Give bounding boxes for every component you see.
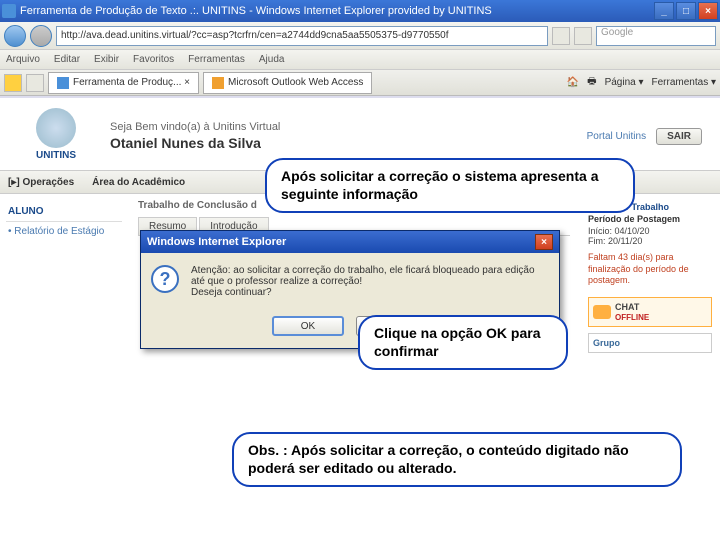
dialog-confirm: Deseja continuar? <box>191 287 549 298</box>
tab-2-label: Microsoft Outlook Web Access <box>228 77 363 88</box>
nav-area[interactable]: Área do Acadêmico <box>92 177 185 188</box>
ok-button[interactable]: OK <box>272 316 344 336</box>
welcome-text: Seja Bem vindo(a) à Unitins Virtual <box>110 121 280 133</box>
tab-1[interactable]: Ferramenta de Produç... × <box>48 72 199 94</box>
menu-ajuda[interactable]: Ajuda <box>259 54 285 65</box>
stop-button[interactable] <box>574 27 592 45</box>
favicon-icon <box>212 77 224 89</box>
browser-toolbar: http://ava.dead.unitins.virtual/?cc=asp?… <box>0 22 720 50</box>
right-column: Dados do Trabalho Período de Postagem In… <box>580 194 720 361</box>
callout-2: Clique na opção OK para confirmar <box>358 315 568 370</box>
unitins-logo: UNITINS <box>18 108 94 164</box>
menu-favoritos[interactable]: Favoritos <box>133 54 174 65</box>
dialog-titlebar: Windows Internet Explorer × <box>141 231 559 253</box>
dialog-title-text: Windows Internet Explorer <box>147 236 286 248</box>
dialog-message: Atenção: ao solicitar a correção do trab… <box>191 265 549 287</box>
periodo-heading: Período de Postagem <box>588 214 712 224</box>
sidebar-aluno[interactable]: ALUNO <box>6 202 122 222</box>
menu-bar: Arquivo Editar Exibir Favoritos Ferramen… <box>0 50 720 70</box>
menu-arquivo[interactable]: Arquivo <box>6 54 40 65</box>
menu-editar[interactable]: Editar <box>54 54 80 65</box>
question-icon: ? <box>151 265 179 293</box>
ie-icon <box>2 4 16 18</box>
window-title: Ferramenta de Produção de Texto .:. UNIT… <box>20 5 492 17</box>
home-icon[interactable]: 🏠 <box>567 77 579 88</box>
tab-1-label: Ferramenta de Produç... × <box>73 77 190 88</box>
forward-button[interactable] <box>30 25 52 47</box>
ferramentas-menu[interactable]: Ferramentas ▾ <box>652 77 716 88</box>
menu-ferramentas[interactable]: Ferramentas <box>188 54 245 65</box>
favorites-icon[interactable] <box>4 74 22 92</box>
username-text: Otaniel Nunes da Silva <box>110 135 280 151</box>
grupo-box[interactable]: Grupo <box>588 333 712 353</box>
sair-button[interactable]: SAIR <box>656 128 702 145</box>
callout-3: Obs. : Após solicitar a correção, o cont… <box>232 432 682 487</box>
inicio-text: Início: 04/10/20 <box>588 226 712 236</box>
url-text: http://ava.dead.unitins.virtual/?cc=asp?… <box>61 30 449 41</box>
back-button[interactable] <box>4 25 26 47</box>
addfav-icon[interactable] <box>26 74 44 92</box>
chat-icon <box>593 305 611 319</box>
nav-operacoes[interactable]: [▸] Operações <box>8 177 74 188</box>
dialog-close-button[interactable]: × <box>535 234 553 250</box>
callout-1: Após solicitar a correção o sistema apre… <box>265 158 635 213</box>
address-bar[interactable]: http://ava.dead.unitins.virtual/?cc=asp?… <box>56 26 548 46</box>
chat-box[interactable]: CHATOFFLINE <box>588 297 712 327</box>
close-button[interactable]: × <box>698 2 718 20</box>
refresh-button[interactable] <box>552 27 570 45</box>
window-titlebar: Ferramenta de Produção de Texto .:. UNIT… <box>0 0 720 22</box>
sidebar: ALUNO • Relatório de Estágio <box>0 194 128 361</box>
favicon-icon <box>57 77 69 89</box>
portal-link[interactable]: Portal Unitins <box>587 131 646 142</box>
tab-2[interactable]: Microsoft Outlook Web Access <box>203 72 372 94</box>
menu-exibir[interactable]: Exibir <box>94 54 119 65</box>
search-box[interactable]: Google <box>596 26 716 46</box>
chat-status: OFFLINE <box>615 313 649 322</box>
chat-label: CHAT <box>615 302 639 312</box>
sidebar-relatorio[interactable]: • Relatório de Estágio <box>6 222 122 241</box>
fim-text: Fim: 20/11/20 <box>588 236 712 246</box>
print-icon[interactable]: 🖶 <box>587 74 596 91</box>
minimize-button[interactable]: _ <box>654 2 674 20</box>
browser-tabbar: Ferramenta de Produç... × Microsoft Outl… <box>0 70 720 96</box>
maximize-button[interactable]: □ <box>676 2 696 20</box>
warning-text: Faltam 43 dia(s) para finalização do per… <box>588 252 712 287</box>
pagina-menu[interactable]: Página ▾ <box>605 77 644 88</box>
